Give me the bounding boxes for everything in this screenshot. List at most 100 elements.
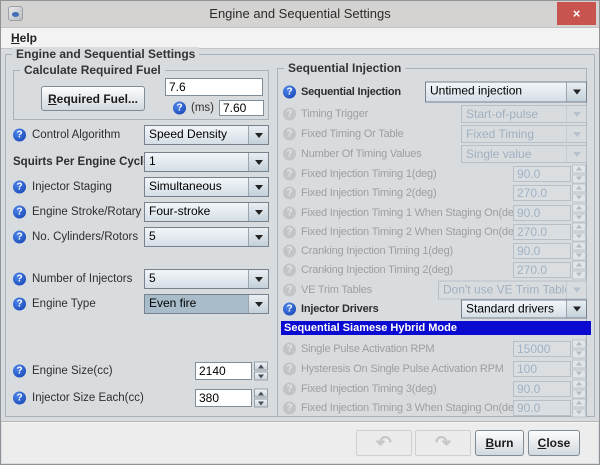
window-title: Engine and Sequential Settings xyxy=(1,1,599,27)
fixed-injection-timing-1-staging-label: Fixed Injection Timing 1 When Staging On… xyxy=(301,207,523,219)
fixed-injection-timing-3-spinner xyxy=(572,379,586,398)
help-icon: ? xyxy=(283,206,296,219)
spinner-up-button xyxy=(572,241,586,250)
injector-drivers-value: Standard drivers xyxy=(462,300,566,317)
outer-group-title: Engine and Sequential Settings xyxy=(12,47,199,61)
row-fixed-injection-timing-2: ? Fixed Injection Timing 2(deg) xyxy=(1,184,600,201)
sequential-injection-select[interactable]: Untimed injection xyxy=(425,81,587,102)
number-of-timing-values-select: Single value xyxy=(461,145,587,163)
chevron-down-icon xyxy=(566,106,586,122)
spinner-up-button xyxy=(572,398,586,407)
fixed-injection-timing-1-label: Fixed Injection Timing 1(deg) xyxy=(301,168,436,180)
spinner-up-button xyxy=(572,164,586,173)
help-icon: ? xyxy=(283,167,296,180)
row-number-of-timing-values: ? Number Of Timing Values Single value xyxy=(1,145,600,163)
cranking-injection-timing-2-spinner xyxy=(572,260,586,279)
redo-button: ↷ xyxy=(415,430,471,456)
siamese-hybrid-mode-header: Sequential Siamese Hybrid Mode xyxy=(281,321,591,335)
menu-help[interactable]: Help xyxy=(11,28,37,48)
help-icon: ? xyxy=(283,128,296,141)
spinner-down-button xyxy=(572,193,586,202)
cranking-injection-timing-2-input xyxy=(513,262,571,278)
help-icon: ? xyxy=(283,283,296,296)
row-cranking-injection-timing-2: ? Cranking Injection Timing 2(deg) xyxy=(1,261,600,278)
fixed-injection-timing-3-label: Fixed Injection Timing 3(deg) xyxy=(301,383,436,395)
hysteresis-single-pulse-spinner xyxy=(572,359,586,378)
fixed-timing-or-table-select: Fixed Timing xyxy=(461,125,587,143)
row-timing-trigger: ? Timing Trigger Start-of-pulse xyxy=(1,105,600,123)
chevron-down-icon xyxy=(566,300,586,317)
spinner-down-button xyxy=(572,369,586,378)
spinner-down-button xyxy=(572,174,586,183)
title-bar[interactable]: Engine and Sequential Settings × xyxy=(1,1,599,28)
burn-button-label: Burn xyxy=(485,436,513,450)
help-icon: ? xyxy=(283,382,296,395)
number-of-timing-values-label: Number Of Timing Values xyxy=(301,148,422,160)
spinner-up-button xyxy=(572,339,586,348)
chevron-down-icon xyxy=(566,82,586,101)
chevron-down-icon xyxy=(566,126,586,142)
help-icon: ? xyxy=(283,148,296,161)
help-icon: ? xyxy=(283,186,296,199)
calc-group-title: Calculate Required Fuel xyxy=(20,63,165,77)
help-icon[interactable]: ? xyxy=(283,302,296,315)
fixed-injection-timing-2-staging-input xyxy=(513,224,571,240)
injector-drivers-label: Injector Drivers xyxy=(301,303,379,315)
spinner-up-button xyxy=(572,183,586,192)
row-fixed-injection-timing-1: ? Fixed Injection Timing 1(deg) xyxy=(1,165,600,182)
fixed-injection-timing-2-staging-label: Fixed Injection Timing 2 When Staging On… xyxy=(301,226,523,238)
redo-icon: ↷ xyxy=(435,434,451,453)
fixed-injection-timing-2-input xyxy=(513,185,571,201)
cranking-injection-timing-1-label: Cranking Injection Timing 1(deg) xyxy=(301,245,453,257)
help-icon: ? xyxy=(283,225,296,238)
single-pulse-activation-rpm-spinner xyxy=(572,339,586,358)
footer-bar: ↶ ↷ Burn Close xyxy=(2,423,598,463)
chevron-down-icon xyxy=(566,146,586,162)
chevron-down-icon xyxy=(566,281,586,298)
burn-button[interactable]: Burn xyxy=(475,430,524,456)
sequential-injection-value: Untimed injection xyxy=(426,82,566,101)
fixed-injection-timing-1-spinner xyxy=(572,164,586,183)
spinner-up-button xyxy=(572,260,586,269)
fixed-injection-timing-1-staging-spinner xyxy=(572,203,586,222)
help-icon: ? xyxy=(283,362,296,375)
single-pulse-activation-rpm-input xyxy=(513,341,571,357)
cranking-injection-timing-1-input xyxy=(513,243,571,259)
fixed-injection-timing-3-staging-label: Fixed Injection Timing 3 When Staging On… xyxy=(301,402,523,414)
fixed-injection-timing-1-input xyxy=(513,166,571,182)
hysteresis-single-pulse-input xyxy=(513,361,571,377)
spinner-up-button xyxy=(572,359,586,368)
spinner-down-button xyxy=(572,251,586,260)
spinner-down-button xyxy=(572,408,586,417)
help-icon[interactable]: ? xyxy=(283,85,296,98)
timing-trigger-label: Timing Trigger xyxy=(301,108,368,120)
row-fixed-injection-timing-3: ? Fixed Injection Timing 3(deg) xyxy=(1,380,600,397)
ve-trim-tables-select: Don't use VE Trim Tables xyxy=(438,280,587,299)
ve-trim-tables-label: VE Trim Tables xyxy=(301,284,372,296)
number-of-timing-values-value: Single value xyxy=(462,146,566,162)
row-fixed-timing-or-table: ? Fixed Timing Or Table Fixed Timing xyxy=(1,125,600,143)
fixed-injection-timing-3-input xyxy=(513,381,571,397)
injector-drivers-select[interactable]: Standard drivers xyxy=(461,299,587,318)
row-single-pulse-activation-rpm: ? Single Pulse Activation RPM xyxy=(1,340,600,357)
close-button-label: Close xyxy=(538,436,571,450)
row-cranking-injection-timing-1: ? Cranking Injection Timing 1(deg) xyxy=(1,242,600,259)
spinner-down-button xyxy=(572,213,586,222)
close-window-button[interactable]: × xyxy=(557,2,596,25)
spinner-up-button xyxy=(572,379,586,388)
help-icon: ? xyxy=(283,263,296,276)
row-ve-trim-tables: ? VE Trim Tables Don't use VE Trim Table… xyxy=(1,280,600,299)
spinner-up-button xyxy=(572,203,586,212)
fixed-injection-timing-1-staging-input xyxy=(513,205,571,221)
dialog-engine-sequential-settings: Engine and Sequential Settings × Help En… xyxy=(0,0,600,465)
row-fixed-injection-timing-2-staging: ? Fixed Injection Timing 2 When Staging … xyxy=(1,223,600,240)
help-icon: ? xyxy=(283,108,296,121)
help-icon: ? xyxy=(283,401,296,414)
single-pulse-activation-rpm-label: Single Pulse Activation RPM xyxy=(301,343,434,355)
fixed-injection-timing-2-staging-spinner xyxy=(572,222,586,241)
hysteresis-single-pulse-label: Hysteresis On Single Pulse Activation RP… xyxy=(301,363,504,375)
close-button[interactable]: Close xyxy=(528,430,580,456)
fixed-injection-timing-2-spinner xyxy=(572,183,586,202)
row-sequential-injection: ? Sequential Injection Untimed injection xyxy=(1,81,600,102)
sequential-injection-label: Sequential Injection xyxy=(301,86,401,98)
